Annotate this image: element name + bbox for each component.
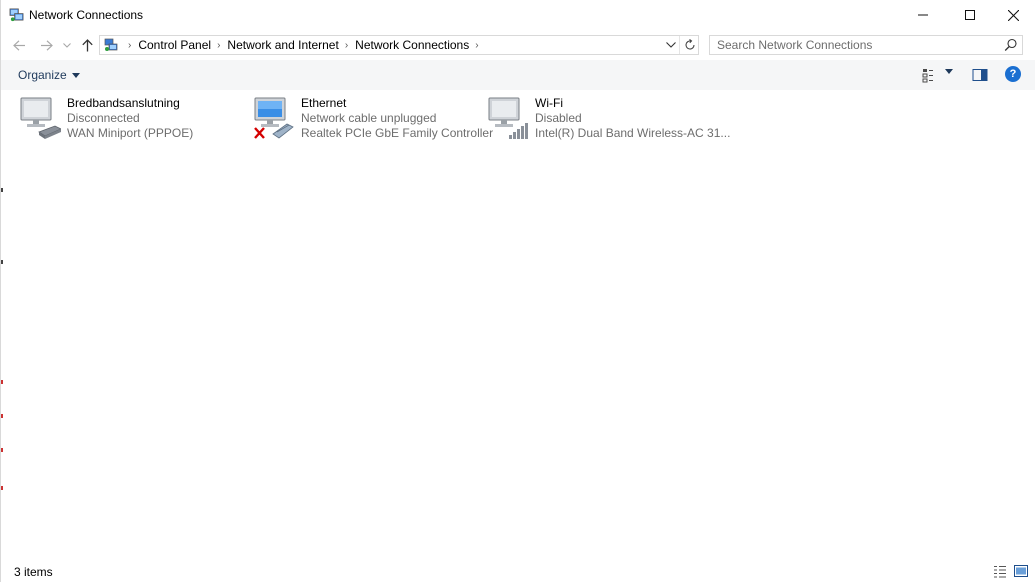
connection-name: Ethernet [301, 96, 347, 110]
preview-pane-icon[interactable] [972, 67, 988, 83]
connection-info: Ethernet Network cable unplugged Realtek… [301, 96, 493, 141]
change-view-icon[interactable] [922, 67, 938, 83]
search-icon[interactable] [1004, 38, 1018, 52]
minimize-button[interactable] [900, 0, 946, 30]
window-title: Network Connections [29, 8, 144, 22]
address-bar[interactable]: › Control Panel › Network and Internet ›… [99, 35, 699, 55]
tiles-view-icon[interactable] [1014, 564, 1028, 578]
edge-artifact [1, 380, 3, 384]
connection-info: Bredbandsanslutning Disconnected WAN Min… [67, 96, 193, 141]
breadcrumb-network-connections[interactable]: Network Connections [355, 38, 469, 52]
help-icon[interactable]: ? [1005, 66, 1021, 82]
navigation-bar: › Control Panel › Network and Internet ›… [1, 30, 1035, 60]
refresh-icon [684, 39, 695, 50]
connection-device: Realtek PCIe GbE Family Controller [301, 126, 494, 140]
status-bar: 3 items [1, 560, 1035, 582]
chevron-down-icon [666, 42, 676, 48]
arrow-up-icon [81, 38, 93, 51]
organize-button[interactable]: Organize [18, 68, 80, 82]
close-button[interactable] [990, 0, 1035, 30]
breadcrumb-control-panel[interactable]: Control Panel [138, 38, 211, 52]
maximize-icon [965, 10, 975, 20]
back-button[interactable] [10, 36, 28, 54]
title-bar: Network Connections [1, 0, 1035, 30]
edge-artifact [1, 414, 3, 418]
list-item[interactable]: Ethernet Network cable unplugged Realtek… [253, 94, 493, 142]
minimize-icon [918, 14, 928, 16]
connection-status: Disconnected [67, 111, 140, 125]
connection-status: Disabled [535, 111, 582, 125]
list-item[interactable]: Bredbandsanslutning Disconnected WAN Min… [19, 94, 249, 142]
arrow-left-icon [12, 39, 25, 51]
chevron-down-icon [63, 42, 71, 48]
up-button[interactable] [78, 36, 96, 54]
connection-device: WAN Miniport (PPPOE) [67, 126, 194, 140]
connections-list: Bredbandsanslutning Disconnected WAN Min… [1, 90, 1035, 558]
caret-down-icon [71, 72, 80, 78]
list-item[interactable]: Wi-Fi Disabled Intel(R) Dual Band Wirele… [487, 94, 730, 142]
details-view-icon[interactable] [993, 564, 1007, 578]
edge-artifact [1, 188, 3, 192]
forward-button[interactable] [37, 36, 55, 54]
broadband-connection-icon [20, 97, 61, 139]
caret-down-icon[interactable] [945, 69, 953, 74]
connection-status: Network cable unplugged [301, 111, 437, 125]
breadcrumb-network-and-internet[interactable]: Network and Internet [227, 38, 338, 52]
organize-label: Organize [18, 68, 67, 82]
search-placeholder: Search Network Connections [717, 38, 873, 52]
chevron-right-icon[interactable]: › [217, 40, 220, 51]
search-input[interactable]: Search Network Connections [709, 35, 1023, 55]
connection-device: Intel(R) Dual Band Wireless-AC 31... [535, 126, 731, 140]
item-count: 3 items [14, 565, 53, 579]
edge-artifact [1, 486, 3, 490]
connection-name: Bredbandsanslutning [67, 96, 180, 110]
wifi-connection-icon [488, 97, 528, 139]
edge-artifact [1, 260, 3, 264]
recent-locations-button[interactable] [61, 36, 73, 54]
chevron-right-icon[interactable]: › [128, 40, 131, 51]
network-connections-window: Network Connections › Control Panel › Ne… [0, 0, 1035, 582]
chevron-right-icon[interactable]: › [345, 40, 348, 51]
ethernet-connection-icon [254, 97, 294, 139]
chevron-right-icon[interactable]: › [475, 40, 478, 51]
maximize-button[interactable] [947, 0, 993, 30]
arrow-right-icon [40, 39, 53, 51]
close-icon [1007, 9, 1019, 21]
address-history-button[interactable] [663, 36, 679, 54]
command-bar: Organize ? [1, 60, 1035, 90]
refresh-button[interactable] [679, 36, 699, 54]
breadcrumb: › Control Panel › Network and Internet ›… [122, 36, 486, 54]
connection-info: Wi-Fi Disabled Intel(R) Dual Band Wirele… [535, 96, 730, 141]
connection-name: Wi-Fi [535, 96, 563, 110]
network-connections-icon [9, 8, 24, 22]
edge-artifact [1, 448, 3, 452]
control-panel-icon [104, 38, 118, 51]
